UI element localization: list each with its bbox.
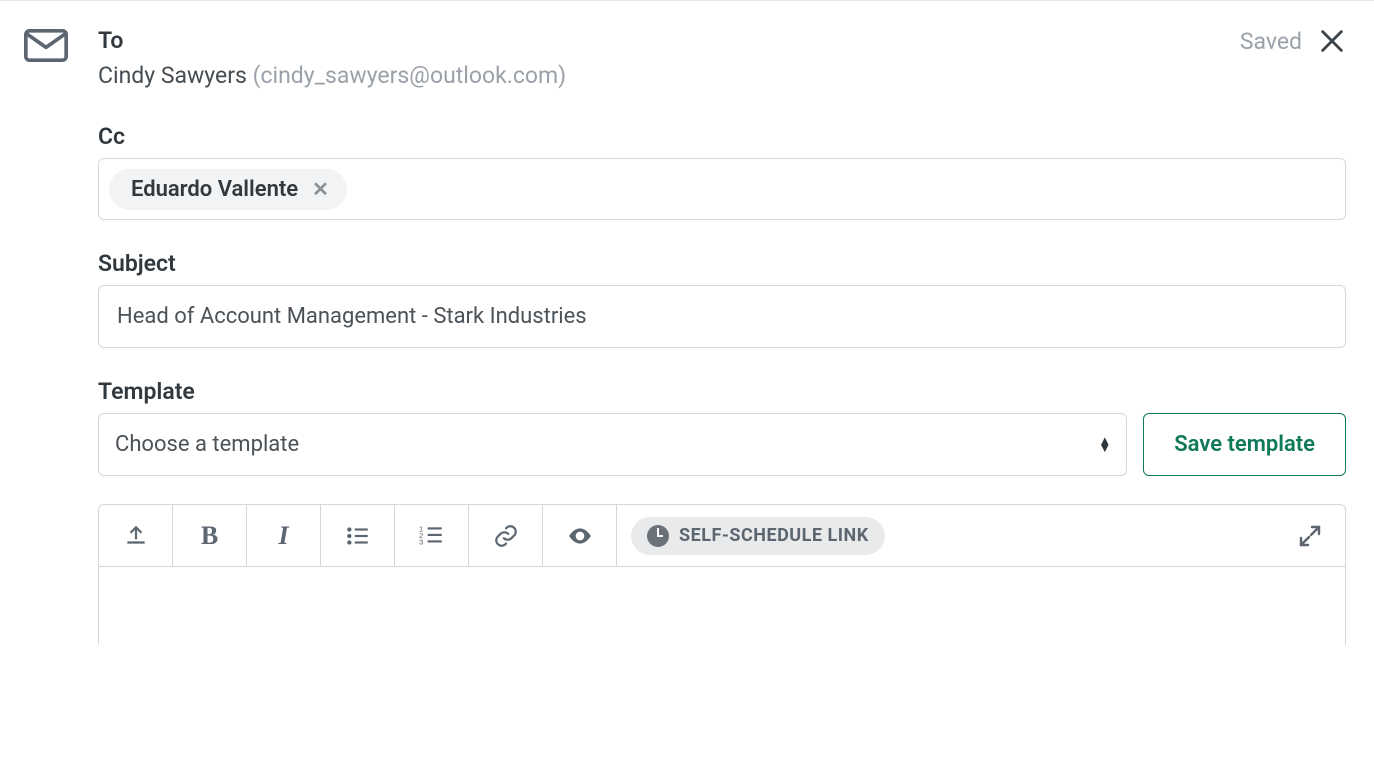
subject-input[interactable] (98, 285, 1346, 348)
numbered-list-button[interactable]: 1 2 3 (395, 505, 469, 566)
template-select[interactable] (98, 413, 1127, 476)
link-icon (493, 523, 519, 549)
compose-container: To Cindy Sawyers (cindy_sawyers@outlook.… (0, 5, 1374, 645)
clock-icon (647, 525, 669, 547)
editor-toolbar: B I 1 2 3 (99, 505, 1345, 567)
recipient-name: Cindy Sawyers (98, 62, 247, 89)
expand-button[interactable] (1275, 505, 1345, 566)
upload-button[interactable] (99, 505, 173, 566)
close-button[interactable] (1318, 27, 1346, 55)
compose-main: To Cindy Sawyers (cindy_sawyers@outlook.… (98, 27, 1346, 645)
status-area: Saved (1240, 27, 1346, 55)
cc-chip-remove-icon[interactable]: ✕ (312, 177, 329, 201)
cc-chip-label: Eduardo Vallente (131, 177, 298, 202)
save-template-button[interactable]: Save template (1143, 413, 1346, 476)
recipient-email: (cindy_sawyers@outlook.com) (253, 62, 567, 89)
editor-textarea[interactable] (99, 567, 1345, 645)
left-icon-column (24, 27, 98, 645)
self-schedule-label: SELF-SCHEDULE LINK (679, 525, 869, 546)
subject-label: Subject (98, 250, 1346, 277)
subject-field-group: Subject (98, 250, 1346, 348)
eye-icon (567, 523, 593, 549)
expand-icon (1298, 524, 1322, 548)
italic-button[interactable]: I (247, 505, 321, 566)
to-block: To Cindy Sawyers (cindy_sawyers@outlook.… (98, 27, 566, 123)
bulleted-list-button[interactable] (321, 505, 395, 566)
cc-field-group: Cc Eduardo Vallente ✕ (98, 123, 1346, 220)
preview-button[interactable] (543, 505, 617, 566)
saved-status: Saved (1240, 28, 1302, 55)
editor-box: B I 1 2 3 (98, 504, 1346, 645)
numbered-list-icon: 1 2 3 (419, 523, 445, 549)
recipient-line[interactable]: Cindy Sawyers (cindy_sawyers@outlook.com… (98, 62, 566, 89)
top-divider (0, 0, 1374, 1)
template-row: ▲▼ Save template (98, 413, 1346, 476)
bold-button[interactable]: B (173, 505, 247, 566)
bold-icon: B (201, 521, 218, 551)
template-field-group: Template ▲▼ Save template (98, 378, 1346, 476)
link-button[interactable] (469, 505, 543, 566)
cc-input[interactable]: Eduardo Vallente ✕ (98, 158, 1346, 220)
self-schedule-button[interactable]: SELF-SCHEDULE LINK (631, 517, 885, 555)
mail-icon (24, 29, 68, 63)
bulleted-list-icon (345, 523, 371, 549)
toolbar-spacer (899, 505, 1275, 566)
cc-label: Cc (98, 123, 1346, 150)
italic-icon: I (278, 521, 288, 551)
template-select-wrap: ▲▼ (98, 413, 1127, 476)
template-label: Template (98, 378, 1346, 405)
upload-icon (123, 523, 149, 549)
to-label: To (98, 27, 566, 54)
svg-text:3: 3 (419, 537, 423, 546)
cc-chip[interactable]: Eduardo Vallente ✕ (109, 169, 347, 210)
compose-header-row: To Cindy Sawyers (cindy_sawyers@outlook.… (98, 27, 1346, 123)
self-schedule-cell: SELF-SCHEDULE LINK (617, 505, 899, 566)
